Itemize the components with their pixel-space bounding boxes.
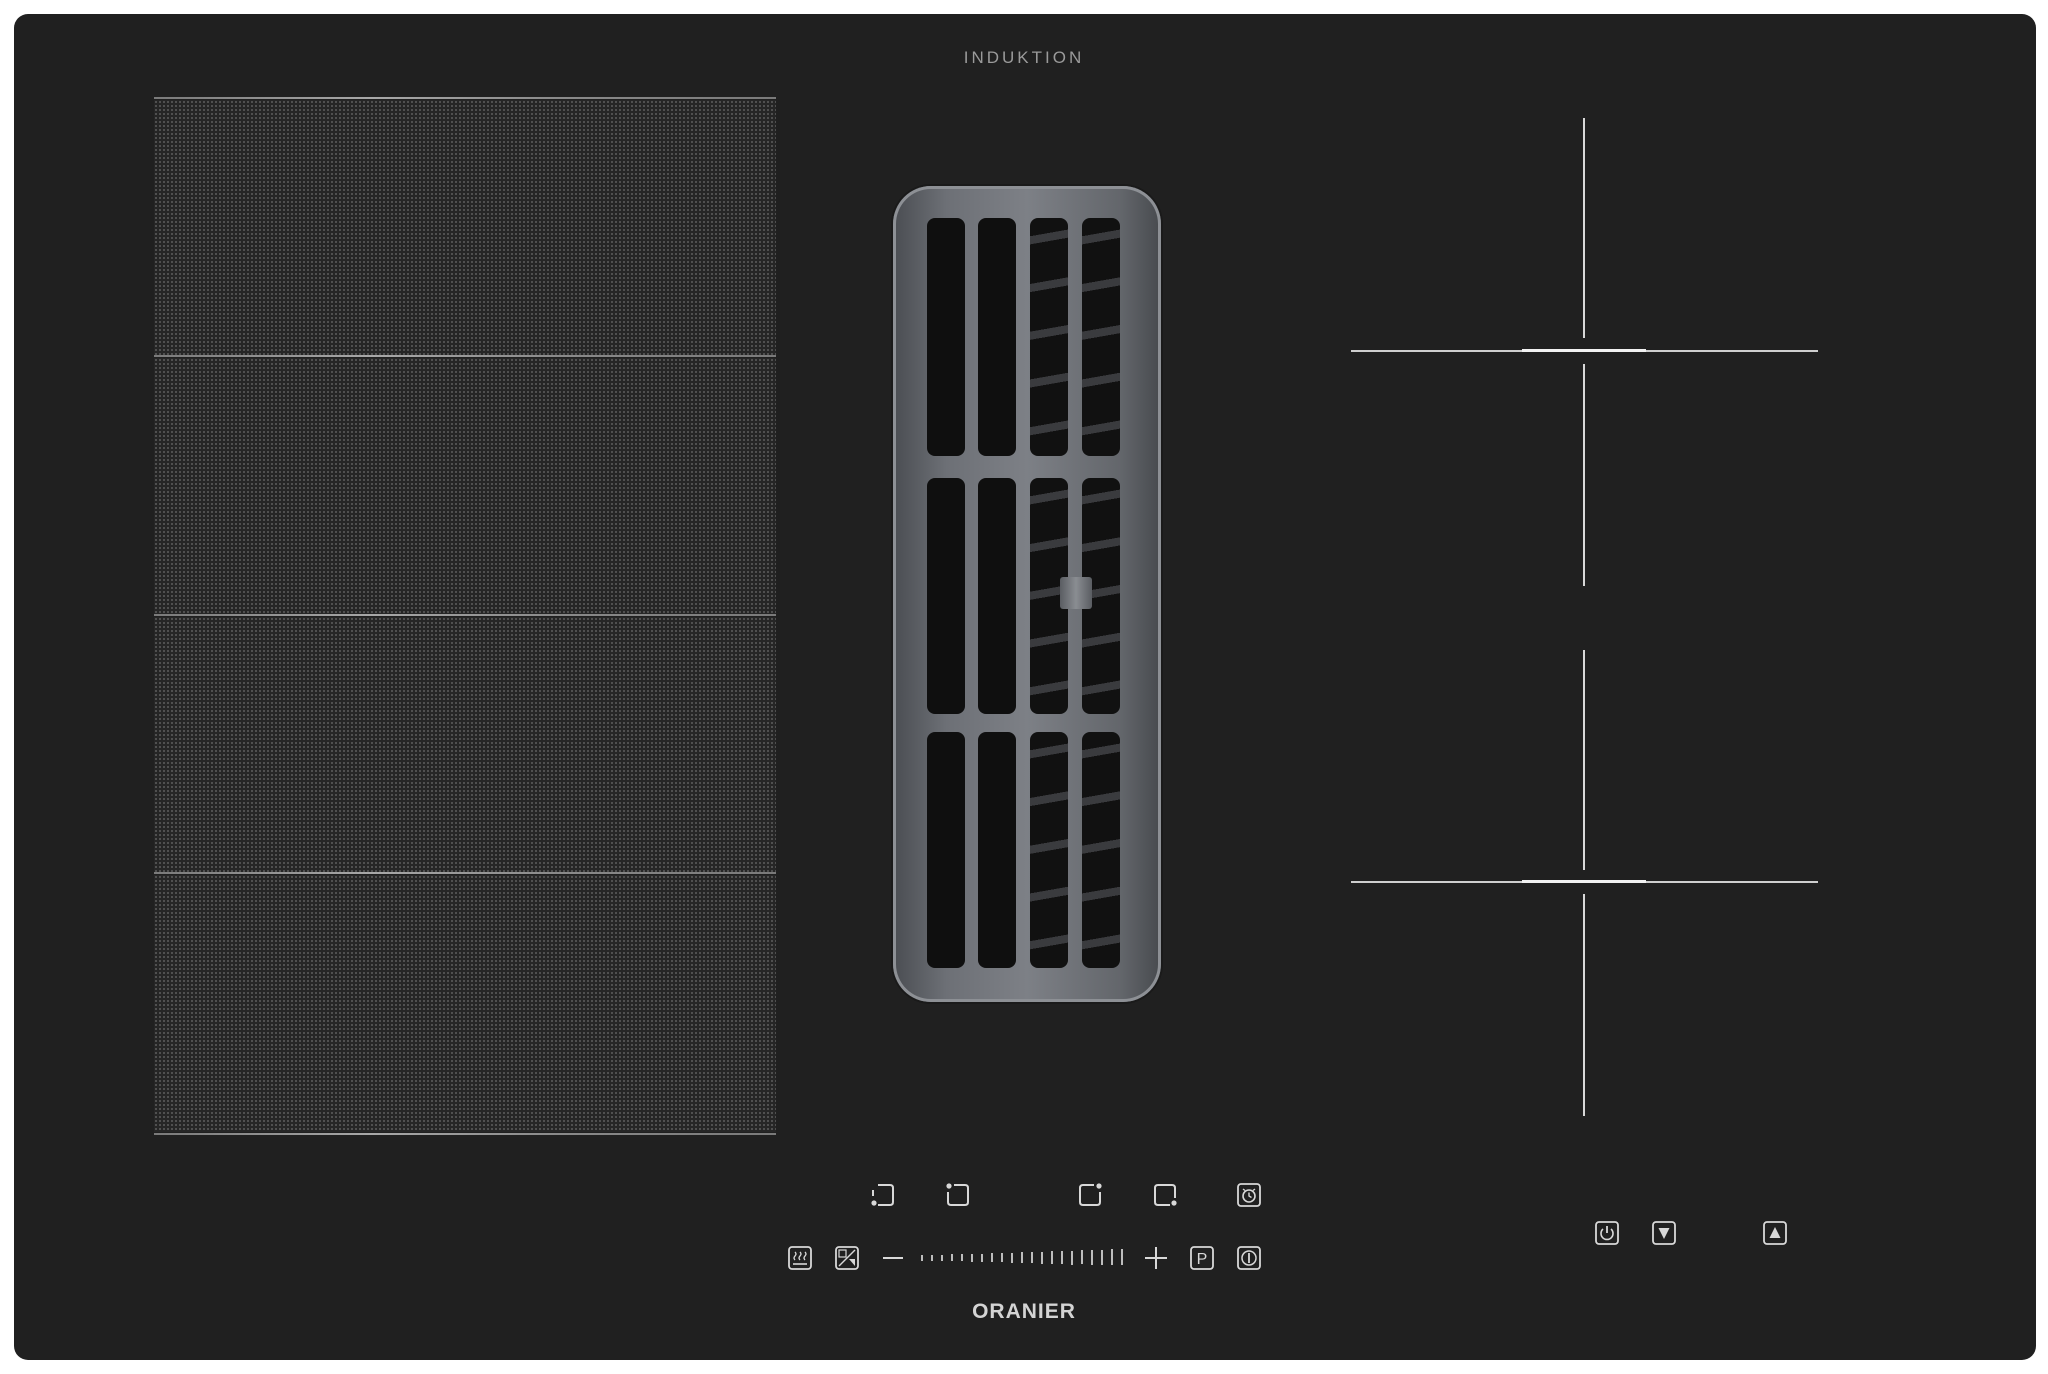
flex-zone-divider [154,614,776,616]
vent-slot [1082,732,1120,968]
vent-slot [1082,218,1120,456]
slider-tick [1121,1249,1123,1265]
flex-zone-icon[interactable] [832,1243,862,1273]
slider-tick [1001,1253,1003,1262]
vent-slot [1030,732,1068,968]
slider-tick [1081,1250,1083,1264]
slider-tick [941,1255,943,1261]
zone-marking-line [1522,349,1646,352]
vent-slot [978,218,1016,456]
power-icon[interactable] [1234,1243,1264,1273]
slider-tick [951,1254,953,1261]
slider-tick [1041,1252,1043,1264]
keep-warm-icon[interactable] [785,1243,815,1273]
zone-marking-line [1583,118,1585,338]
slider-tick [961,1254,963,1261]
vent-filter-handle[interactable] [1060,577,1092,609]
slider-tick [971,1254,973,1262]
zone-marking-line [1583,364,1585,586]
slider-tick [991,1253,993,1262]
slider-tick [1061,1251,1063,1264]
zone-marking-line [1583,894,1585,1116]
zone-bottom-right-icon[interactable] [1150,1180,1180,1210]
flex-zone-section-2 [154,358,776,615]
pause-icon[interactable]: P [1187,1243,1217,1273]
vent-slot [927,732,965,968]
vent-slot [927,218,965,456]
zone-top-left-icon[interactable] [943,1180,973,1210]
slider-tick [1051,1251,1053,1264]
power-level-slider[interactable] [921,1244,1126,1272]
slider-tick [921,1255,923,1261]
flex-zone-section-1 [154,100,776,357]
vent-slot [978,732,1016,968]
flex-zone-edge [154,1133,776,1135]
flex-zone-divider [154,872,776,874]
flex-zone-section-3 [154,617,776,874]
slider-tick [1101,1250,1103,1265]
slider-tick [931,1255,933,1261]
zone-marking-line [1583,650,1585,870]
flex-zone-divider [154,355,776,357]
vent-slot [1030,218,1068,456]
vent-slot [927,478,965,714]
flex-zone-edge [154,97,776,99]
zone-top-right-icon[interactable] [1075,1180,1105,1210]
flex-zone-section-4 [154,875,776,1132]
slider-tick [1071,1251,1073,1265]
zone-marking-line [1522,880,1646,883]
plus-icon[interactable] [1141,1243,1171,1273]
slider-tick [1021,1252,1023,1263]
triangle-up-icon[interactable] [1760,1218,1790,1248]
slider-tick [1091,1250,1093,1265]
slider-tick [1011,1253,1013,1263]
slider-tick [981,1254,983,1262]
brand-logo: ORANIER [972,1300,1076,1323]
downdraft-vent-grille[interactable] [893,186,1161,1002]
minus-icon[interactable] [878,1243,908,1273]
triangle-down-icon[interactable] [1649,1218,1679,1248]
hood-power-icon[interactable] [1592,1218,1622,1248]
timer-icon[interactable] [1234,1180,1264,1210]
slider-tick [1111,1249,1113,1265]
zone-bottom-left-icon[interactable] [868,1180,898,1210]
induktion-label: INDUKTION [963,48,1085,67]
slider-tick [1031,1252,1033,1263]
svg-text:P: P [1197,1251,1208,1268]
vent-slot [978,478,1016,714]
